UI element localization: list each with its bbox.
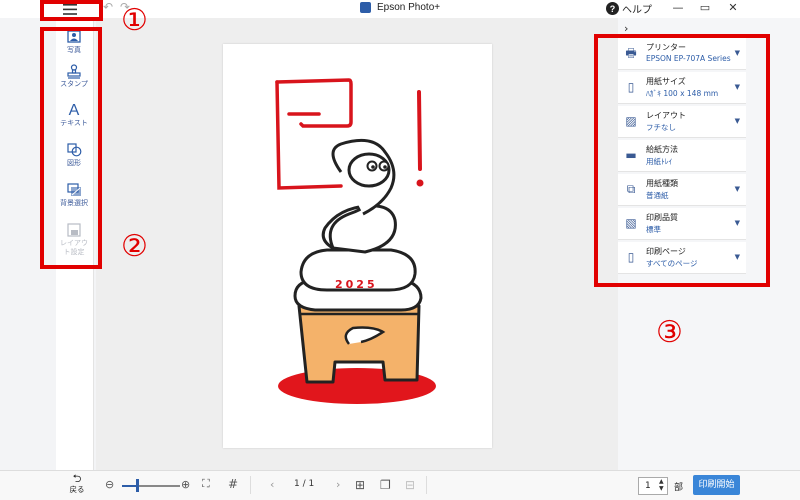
minimize-button[interactable]: —: [670, 1, 686, 14]
annotation-number-2: ②: [121, 229, 148, 264]
annotation-box-1: [40, 0, 103, 21]
delete-page-icon: ⊟: [405, 478, 416, 492]
fit-icon: ⛶: [202, 477, 210, 490]
start-print-button[interactable]: 印刷開始: [693, 475, 740, 495]
divider: [250, 476, 251, 494]
caret-down-icon: ▼: [659, 485, 664, 492]
close-icon: ✕: [728, 1, 738, 14]
maximize-button[interactable]: ▭: [697, 1, 713, 14]
fit-to-window-button[interactable]: ⛶: [202, 477, 210, 491]
grid-icon: #: [228, 477, 239, 491]
undo-button[interactable]: ↶: [103, 0, 113, 14]
annotation-number-3: ③: [656, 315, 683, 350]
undo-icon: ↶: [103, 0, 114, 14]
next-page-button[interactable]: ›: [336, 478, 340, 491]
grid-toggle-button[interactable]: #: [228, 477, 238, 491]
app-title-text: Epson Photo+: [377, 2, 441, 13]
postcard-preview[interactable]: 2025: [223, 44, 492, 448]
copy-page-icon: ❐: [380, 478, 391, 492]
app-window: ↶ ↷ Epson Photo+ ? ヘルプ — ▭ ✕ 写真 スタンプ A テ…: [0, 0, 800, 500]
app-title: Epson Photo+: [360, 2, 440, 13]
back-button[interactable]: ⮌ 戻る: [62, 473, 92, 495]
help-button[interactable]: ? ヘルプ: [606, 1, 652, 16]
copies-stepper[interactable]: ▲ ▼: [659, 478, 664, 492]
zoom-slider[interactable]: [122, 479, 180, 492]
zoom-slider-fill: [122, 485, 137, 487]
prev-page-button[interactable]: ‹: [270, 478, 274, 491]
duplicate-page-button[interactable]: ❐: [380, 478, 391, 492]
chevron-left-icon: ‹: [270, 478, 275, 491]
question-icon: ?: [606, 2, 619, 15]
add-page-icon: ⊞: [355, 478, 366, 492]
copies-unit: 部: [674, 483, 684, 493]
zoom-in-button[interactable]: ⊕: [181, 478, 190, 491]
minimize-icon: —: [672, 1, 684, 14]
new-year-artwork: 2025: [275, 78, 436, 404]
divider: [426, 476, 427, 494]
add-page-button[interactable]: ⊞: [355, 478, 365, 492]
artwork-year-text: 2025: [335, 278, 378, 291]
caret-up-icon: ▲: [659, 478, 664, 485]
zoom-out-icon: ⊖: [105, 478, 115, 491]
zoom-slider-thumb[interactable]: [135, 479, 139, 492]
annotation-box-3: [594, 34, 770, 287]
back-arrow-icon: ⮌: [72, 472, 82, 485]
zoom-out-button[interactable]: ⊖: [105, 478, 114, 491]
zoom-in-icon: ⊕: [181, 478, 191, 491]
annotation-number-1: ①: [121, 3, 148, 38]
delete-page-button[interactable]: ⊟: [405, 478, 415, 492]
annotation-box-2: [40, 27, 102, 269]
close-button[interactable]: ✕: [725, 1, 741, 14]
page-indicator: 1 / 1: [294, 479, 315, 489]
maximize-icon: ▭: [699, 1, 711, 14]
back-label: 戻る: [69, 485, 85, 494]
app-logo-icon: [360, 2, 371, 13]
help-label: ヘルプ: [622, 5, 652, 16]
chevron-right-icon: ›: [336, 478, 341, 491]
